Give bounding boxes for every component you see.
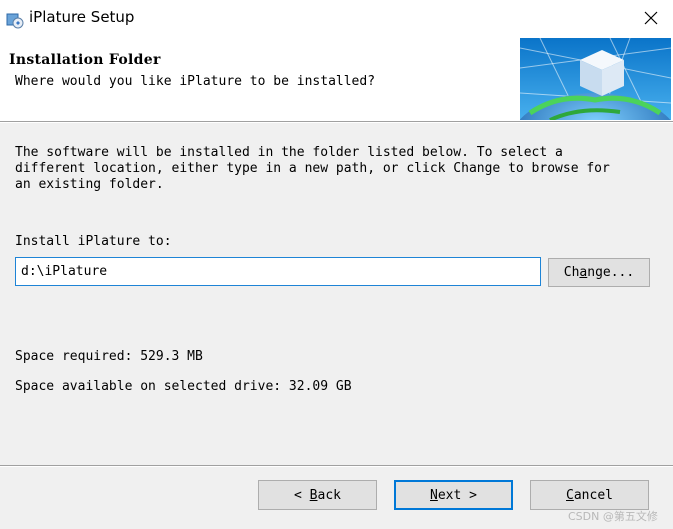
next-button-suffix: ext > bbox=[437, 487, 477, 503]
page-title: Installation Folder bbox=[9, 52, 161, 68]
close-button[interactable] bbox=[628, 0, 673, 36]
content-area: The software will be installed in the fo… bbox=[0, 123, 673, 465]
space-available-text: Space available on selected drive: 32.09… bbox=[15, 379, 352, 394]
installer-icon bbox=[6, 13, 24, 29]
next-button-mnemonic: N bbox=[430, 487, 438, 503]
back-button-prefix: < bbox=[294, 487, 310, 503]
back-button-suffix: ack bbox=[317, 487, 341, 503]
install-path-input[interactable] bbox=[15, 257, 541, 286]
cancel-button-suffix: ancel bbox=[573, 487, 613, 503]
change-button-suffix: nge... bbox=[587, 265, 635, 280]
instructions-text: The software will be installed in the fo… bbox=[15, 145, 610, 192]
globe-cube-banner bbox=[520, 38, 671, 120]
next-button[interactable]: Next > bbox=[394, 480, 513, 510]
watermark-text: CSDN @第五文修 bbox=[568, 510, 658, 523]
cancel-button[interactable]: Cancel bbox=[530, 480, 649, 510]
button-bar: < Back Next > Cancel CSDN @第五文修 bbox=[0, 467, 673, 529]
title-bar: iPlature Setup bbox=[0, 0, 673, 36]
window-title: iPlature Setup bbox=[29, 8, 135, 26]
header-banner: Installation Folder Where would you like… bbox=[0, 36, 673, 122]
install-path-label: Install iPlature to: bbox=[15, 234, 172, 249]
cancel-button-mnemonic: C bbox=[566, 487, 574, 503]
change-button-mnemonic: a bbox=[579, 265, 588, 280]
back-button-mnemonic: B bbox=[309, 487, 318, 503]
change-button[interactable]: Ch a nge... bbox=[548, 258, 650, 287]
back-button[interactable]: < Back bbox=[258, 480, 377, 510]
space-required-text: Space required: 529.3 MB bbox=[15, 349, 203, 364]
close-icon bbox=[644, 11, 657, 25]
page-subtitle: Where would you like iPlature to be inst… bbox=[15, 74, 376, 89]
change-button-prefix: Ch bbox=[563, 265, 580, 280]
